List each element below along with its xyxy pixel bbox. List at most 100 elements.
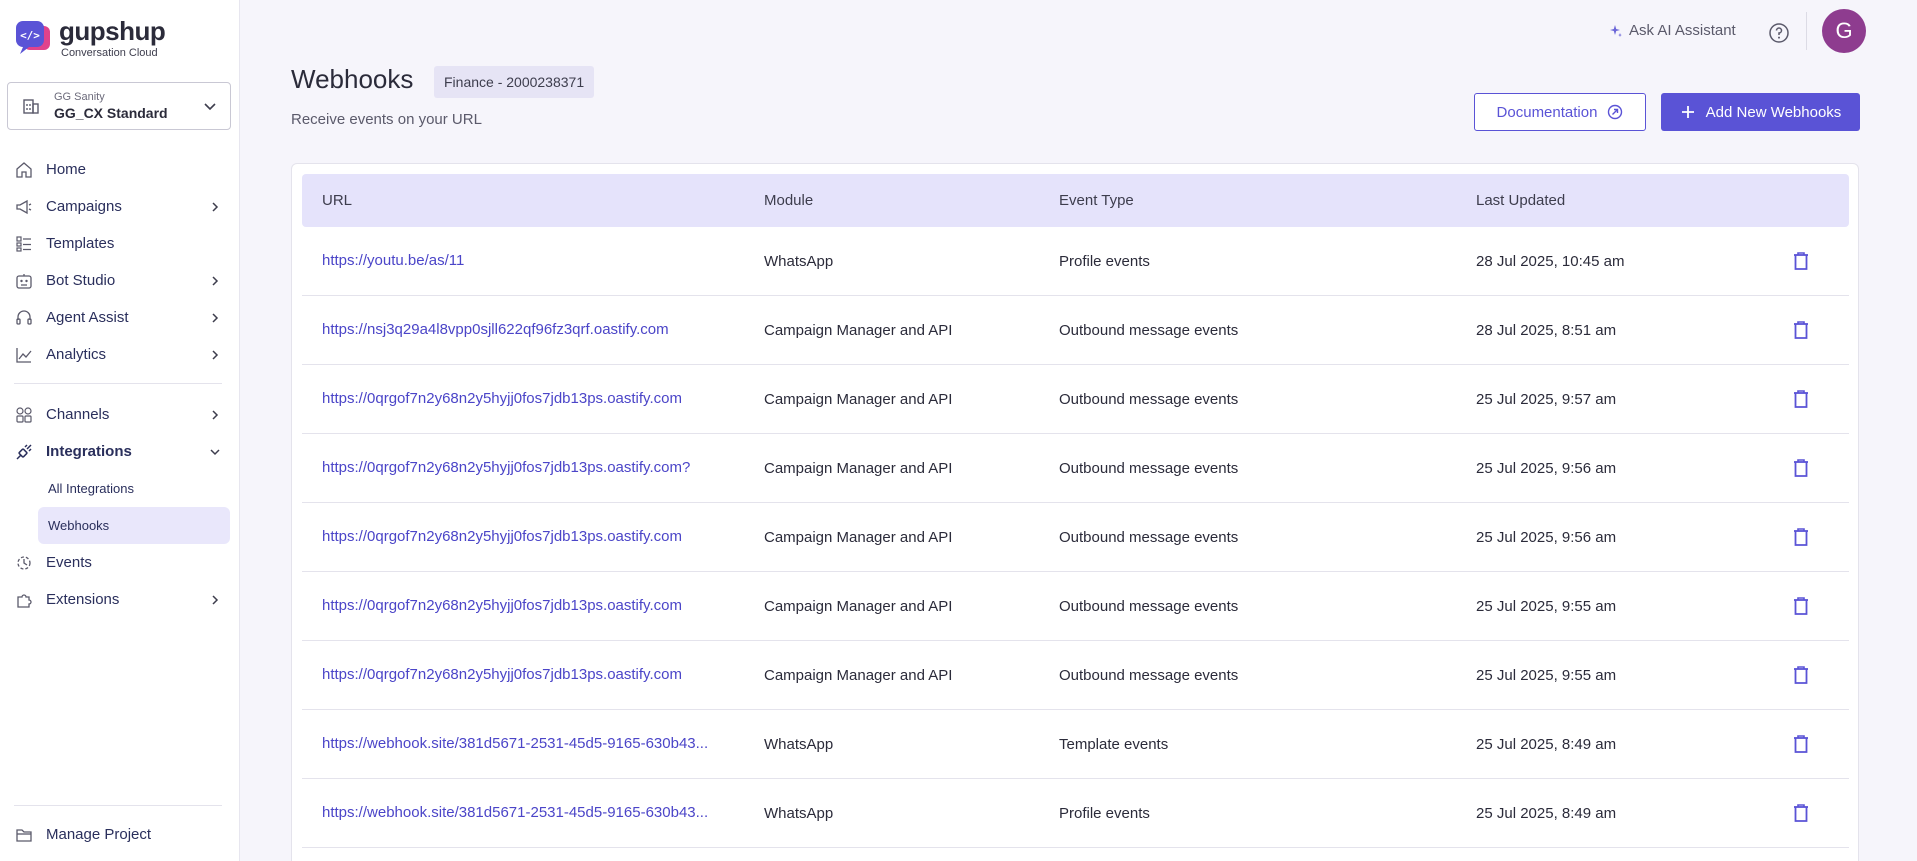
external-link-icon bbox=[1608, 104, 1623, 120]
chevron-down-icon bbox=[204, 103, 216, 111]
webhook-url-link[interactable]: https://0qrgof7n2y68n2y5hyjj0fos7jdb13ps… bbox=[322, 641, 682, 709]
nav-item-analytics[interactable]: Analytics bbox=[0, 336, 240, 373]
nav-item-bot-studio[interactable]: Bot Studio bbox=[0, 262, 240, 299]
nav-label: Manage Project bbox=[46, 826, 152, 843]
building-icon bbox=[23, 99, 39, 114]
sub-item-webhooks[interactable]: Webhooks bbox=[38, 507, 230, 544]
project-selector[interactable]: GG Sanity GG_CX Standard bbox=[7, 82, 231, 130]
home-icon bbox=[14, 160, 34, 180]
trash-icon[interactable] bbox=[1790, 595, 1812, 617]
chevron-right-icon bbox=[212, 409, 219, 420]
templates-icon bbox=[14, 234, 34, 254]
bot-icon bbox=[14, 271, 34, 291]
page-title: Webhooks bbox=[291, 64, 414, 94]
megaphone-icon bbox=[14, 197, 34, 217]
nav-item-templates[interactable]: Templates bbox=[0, 225, 240, 262]
event-type-cell: Outbound message events bbox=[1059, 666, 1239, 684]
plug-icon bbox=[14, 442, 34, 462]
brand-logo[interactable]: </> gupshup Conversation Cloud bbox=[14, 16, 166, 59]
table-row: https://nsj3q29a4l8vpp0sjll622qf96fz3qrf… bbox=[302, 296, 1849, 365]
last-updated-cell: 25 Jul 2025, 9:56 am bbox=[1476, 528, 1617, 546]
nav-label: Home bbox=[46, 161, 87, 178]
nav-item-extensions[interactable]: Extensions bbox=[0, 581, 240, 618]
last-updated-cell: 28 Jul 2025, 8:51 am bbox=[1476, 321, 1617, 339]
sub-item-all-integrations[interactable]: All Integrations bbox=[38, 470, 230, 507]
webhook-url-link[interactable]: https://0qrgof7n2y68n2y5hyjj0fos7jdb13ps… bbox=[322, 572, 682, 640]
brand-name: gupshup bbox=[59, 16, 166, 46]
folder-icon bbox=[14, 825, 34, 845]
documentation-button[interactable]: Documentation bbox=[1474, 93, 1646, 131]
column-header-url: URL bbox=[322, 192, 353, 209]
trash-icon[interactable] bbox=[1790, 457, 1812, 479]
webhook-url-link[interactable]: https://nsj3q29a4l8vpp0sjll622qf96fz3qrf… bbox=[322, 296, 669, 364]
nav-item-agent-assist[interactable]: Agent Assist bbox=[0, 299, 240, 336]
project-badge: Finance - 2000238371 bbox=[434, 66, 595, 98]
event-type-cell: Outbound message events bbox=[1059, 597, 1239, 615]
event-type-cell: Outbound message events bbox=[1059, 528, 1239, 546]
column-header-event-type: Event Type bbox=[1059, 192, 1134, 209]
webhook-url-link[interactable]: https://0qrgof7n2y68n2y5hyjj0fos7jdb13ps… bbox=[322, 503, 682, 571]
table-body: https://youtu.be/as/11 WhatsApp Profile … bbox=[302, 227, 1849, 848]
sidebar: </> gupshup Conversation Cloud GG Sanity… bbox=[0, 0, 240, 861]
events-icon bbox=[14, 553, 34, 573]
nav-item-manage-project[interactable]: Manage Project bbox=[0, 816, 240, 853]
ask-ai-label: Ask AI Assistant bbox=[1629, 22, 1736, 39]
project-name: GG_CX Standard bbox=[54, 105, 168, 121]
webhook-url-link[interactable]: https://0qrgof7n2y68n2y5hyjj0fos7jdb13ps… bbox=[322, 365, 682, 433]
headset-icon bbox=[14, 308, 34, 328]
module-cell: Campaign Manager and API bbox=[764, 321, 953, 339]
nav-label: Templates bbox=[46, 235, 115, 252]
webhook-url-link[interactable]: https://webhook.site/381d5671-2531-45d5-… bbox=[322, 779, 708, 847]
main-nav: Home Campaigns Templates Bot Studio Agen… bbox=[0, 151, 240, 618]
webhook-url-link[interactable]: https://0qrgof7n2y68n2y5hyjj0fos7jdb13ps… bbox=[322, 434, 690, 502]
page-subtitle: Receive events on your URL bbox=[291, 111, 482, 128]
nav-divider bbox=[14, 383, 222, 384]
last-updated-cell: 25 Jul 2025, 9:56 am bbox=[1476, 459, 1617, 477]
webhooks-table: URL Module Event Type Last Updated https… bbox=[291, 163, 1859, 861]
event-type-cell: Template events bbox=[1059, 735, 1169, 753]
nav-item-events[interactable]: Events bbox=[0, 544, 240, 581]
last-updated-cell: 25 Jul 2025, 9:55 am bbox=[1476, 666, 1617, 684]
plus-icon bbox=[1681, 106, 1694, 118]
avatar[interactable]: G bbox=[1822, 9, 1866, 53]
event-type-cell: Outbound message events bbox=[1059, 459, 1239, 477]
trash-icon[interactable] bbox=[1790, 388, 1812, 410]
nav-label: Campaigns bbox=[46, 198, 122, 215]
nav-item-integrations[interactable]: Integrations bbox=[0, 433, 240, 470]
nav-item-campaigns[interactable]: Campaigns bbox=[0, 188, 240, 225]
table-row: https://0qrgof7n2y68n2y5hyjj0fos7jdb13ps… bbox=[302, 434, 1849, 503]
documentation-label: Documentation bbox=[1496, 103, 1598, 121]
help-icon[interactable] bbox=[1768, 22, 1790, 44]
nav-item-channels[interactable]: Channels bbox=[0, 396, 240, 433]
trash-icon[interactable] bbox=[1790, 319, 1812, 341]
table-row: https://youtu.be/as/11 WhatsApp Profile … bbox=[302, 227, 1849, 296]
trash-icon[interactable] bbox=[1790, 733, 1812, 755]
svg-text:</>: </> bbox=[20, 29, 40, 42]
trash-icon[interactable] bbox=[1790, 250, 1812, 272]
chevron-right-icon bbox=[212, 201, 219, 212]
trash-icon[interactable] bbox=[1790, 802, 1812, 824]
add-webhook-button[interactable]: Add New Webhooks bbox=[1661, 93, 1860, 131]
ask-ai-button[interactable]: Ask AI Assistant bbox=[1609, 22, 1736, 39]
webhook-url-link[interactable]: https://youtu.be/as/11 bbox=[322, 227, 464, 295]
column-header-last-updated: Last Updated bbox=[1476, 192, 1566, 209]
table-header: URL Module Event Type Last Updated bbox=[302, 174, 1849, 227]
module-cell: WhatsApp bbox=[764, 804, 834, 822]
module-cell: Campaign Manager and API bbox=[764, 459, 953, 477]
module-cell: Campaign Manager and API bbox=[764, 528, 953, 546]
puzzle-icon bbox=[14, 590, 34, 610]
nav-label: Analytics bbox=[46, 346, 107, 363]
chevron-right-icon bbox=[212, 275, 219, 286]
nav-item-home[interactable]: Home bbox=[0, 151, 240, 188]
line-chart-icon bbox=[14, 345, 34, 365]
table-row: https://0qrgof7n2y68n2y5hyjj0fos7jdb13ps… bbox=[302, 503, 1849, 572]
nav-label: Events bbox=[46, 554, 92, 571]
trash-icon[interactable] bbox=[1790, 664, 1812, 686]
trash-icon[interactable] bbox=[1790, 526, 1812, 548]
nav-label: Channels bbox=[46, 406, 110, 423]
webhook-url-link[interactable]: https://webhook.site/381d5671-2531-45d5-… bbox=[322, 710, 708, 778]
module-cell: Campaign Manager and API bbox=[764, 390, 953, 408]
add-webhook-label: Add New Webhooks bbox=[1705, 103, 1842, 121]
last-updated-cell: 28 Jul 2025, 10:45 am bbox=[1476, 252, 1625, 270]
project-org: GG Sanity bbox=[54, 91, 105, 103]
